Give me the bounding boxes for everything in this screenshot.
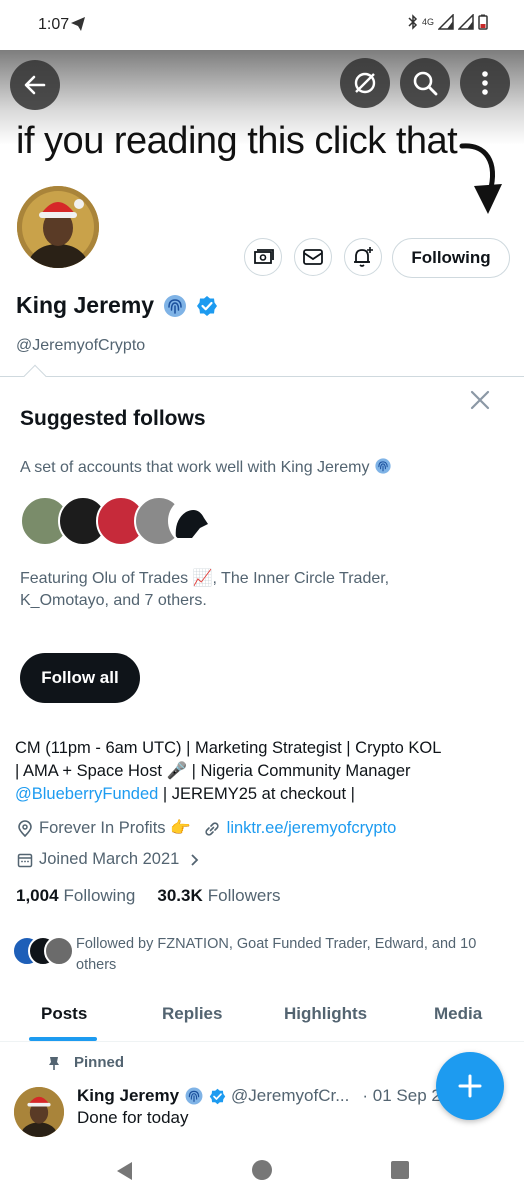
follow-stats: 1,004 Following 30.3K Followers — [16, 886, 280, 906]
money-icon — [254, 249, 274, 264]
nav-recents-icon[interactable] — [390, 1160, 410, 1180]
tab-posts[interactable]: Posts — [41, 1004, 87, 1024]
following-label: Following — [63, 886, 136, 905]
following-button[interactable]: Following — [392, 238, 510, 278]
link-icon — [205, 821, 219, 836]
website-link[interactable]: linktr.ee/jeremyofcrypto — [227, 819, 397, 838]
follow-all-button[interactable]: Follow all — [20, 653, 140, 703]
back-arrow-icon — [24, 75, 46, 95]
arrow-down-icon — [459, 143, 502, 214]
followers-label: Followers — [207, 886, 281, 905]
plus-icon — [458, 1074, 482, 1098]
more-options-button[interactable] — [460, 58, 510, 108]
compose-button[interactable] — [436, 1052, 504, 1120]
post-handle: @JeremyofCr... — [231, 1086, 350, 1105]
telegram-send-icon — [71, 17, 85, 31]
profile-avatar[interactable] — [14, 183, 102, 271]
notifications-button[interactable] — [344, 238, 382, 276]
followed-by-text: Followed by FZNATION, Goat Funded Trader… — [76, 936, 477, 973]
bio-line: @BlueberryFunded | JEREMY25 at checkout … — [15, 783, 495, 806]
calendar-icon — [17, 853, 33, 867]
subtitle-text: A set of accounts that work well with Ki… — [20, 459, 370, 476]
signal-icon — [438, 14, 454, 30]
mention-link[interactable]: @BlueberryFunded — [15, 785, 158, 803]
envelope-icon — [303, 249, 323, 265]
fingerprint-icon — [375, 458, 391, 474]
avatar-image — [14, 1087, 64, 1137]
verified-badge-icon — [197, 295, 218, 316]
suggested-follows-title: Suggested follows — [20, 407, 206, 430]
search-icon — [413, 71, 438, 96]
joined-text: Joined March 2021 — [39, 850, 180, 868]
divider — [0, 376, 524, 377]
avatar-image — [17, 186, 99, 268]
tab-highlights[interactable]: Highlights — [284, 1004, 367, 1024]
tab-replies[interactable]: Replies — [162, 1004, 222, 1024]
bio-line: | AMA + Space Host 🎤 | Nigeria Community… — [15, 762, 411, 780]
chevron-right-icon — [191, 853, 199, 866]
nav-back-icon[interactable] — [114, 1160, 136, 1182]
suggested-follows-subtitle: A set of accounts that work well with Ki… — [20, 457, 392, 477]
joined-row[interactable]: Joined March 2021 — [16, 850, 203, 869]
post-text: Done for today — [77, 1108, 189, 1127]
pinned-label: Pinned — [74, 1054, 125, 1071]
silhouette-icon — [175, 510, 208, 538]
following-stat[interactable]: 1,004 Following — [16, 886, 135, 906]
more-icon — [482, 71, 488, 95]
pin-icon — [49, 1056, 59, 1070]
location-text: Forever In Profits 👉 — [39, 819, 191, 837]
profile-name: King Jeremy — [16, 292, 155, 318]
post-header: King Jeremy @JeremyofCr... · 01 Sep 25 — [77, 1086, 450, 1106]
post-avatar[interactable] — [14, 1087, 64, 1137]
featuring-text: Featuring Olu of Trades 📈, The Inner Cir… — [20, 570, 390, 609]
close-icon[interactable] — [468, 388, 492, 412]
fingerprint-icon — [185, 1087, 203, 1105]
status-icons: 4G — [408, 14, 488, 30]
avatar — [168, 496, 218, 546]
fingerprint-icon — [164, 294, 187, 317]
bluetooth-icon — [408, 14, 418, 30]
bio-line-rest: | JEREMY25 at checkout | — [158, 785, 355, 803]
bell-plus-icon — [354, 247, 373, 267]
active-tab-indicator — [29, 1037, 97, 1041]
avatar — [44, 936, 74, 966]
signal-icon-2 — [458, 14, 474, 30]
following-count: 1,004 — [16, 886, 59, 905]
message-button[interactable] — [294, 238, 332, 276]
no-notify-icon — [354, 72, 376, 94]
battery-icon — [478, 14, 488, 30]
suggested-avatars[interactable] — [20, 496, 220, 548]
location-pin-icon — [18, 819, 32, 837]
search-button[interactable] — [400, 58, 450, 108]
mute-notifications-button[interactable] — [340, 58, 390, 108]
location-row: Forever In Profits 👉 linktr.ee/jeremyofc… — [16, 819, 396, 838]
back-button[interactable] — [10, 60, 60, 110]
suggestion-pointer — [23, 364, 47, 388]
status-time: 1:07 — [38, 16, 70, 33]
bio-line: CM (11pm - 6am UTC) | Marketing Strategi… — [15, 739, 442, 757]
network-type-label: 4G — [421, 17, 434, 27]
profile-tabs: Posts Replies Highlights Media — [0, 990, 524, 1042]
nav-home-icon[interactable] — [251, 1159, 273, 1181]
profile-handle: @JeremyofCrypto — [16, 337, 146, 354]
tab-media[interactable]: Media — [434, 1004, 482, 1024]
post-author[interactable]: King Jeremy — [77, 1086, 179, 1106]
followers-count: 30.3K — [157, 886, 203, 905]
pinned-label-row: Pinned — [46, 1054, 124, 1071]
status-bar: 1:07 4G — [0, 0, 524, 50]
followed-by-avatars — [12, 936, 74, 968]
profile-bio: CM (11pm - 6am UTC) | Marketing Strategi… — [15, 737, 495, 806]
tip-button[interactable] — [244, 238, 282, 276]
profile-name-row: King Jeremy — [16, 292, 218, 319]
system-nav-bar — [0, 1140, 524, 1200]
followers-stat[interactable]: 30.3K Followers — [157, 886, 280, 906]
banner-text: if you reading this click that — [16, 120, 458, 162]
verified-badge-icon — [209, 1088, 226, 1104]
